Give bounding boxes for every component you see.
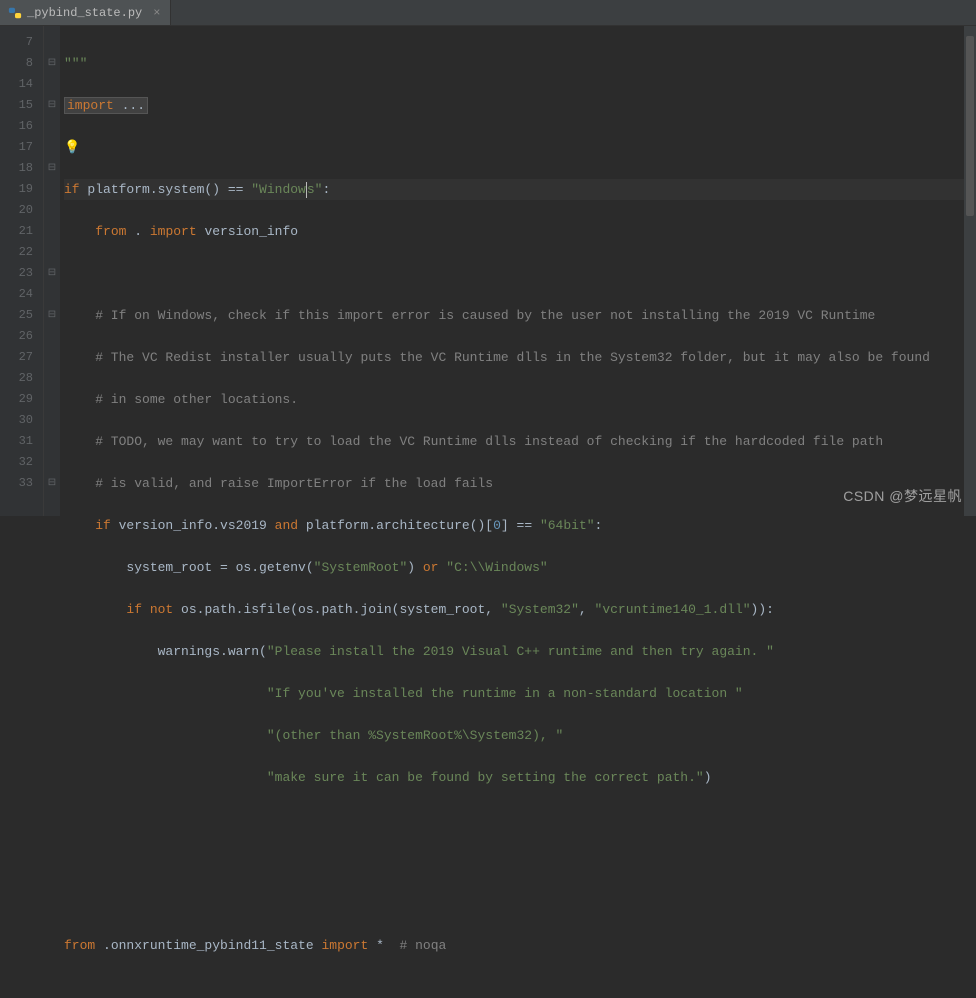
- fold-toggle: [44, 74, 60, 95]
- fold-toggle[interactable]: ⊟: [44, 53, 60, 74]
- docstring-end: """: [64, 56, 87, 71]
- scrollbar-thumb[interactable]: [966, 36, 974, 216]
- comment: # The VC Redist installer usually puts t…: [64, 350, 930, 365]
- editor: 7814151617181920212223242526272829303132…: [0, 26, 976, 516]
- fold-toggle: [44, 452, 60, 473]
- fold-toggle: [44, 389, 60, 410]
- active-line: if platform.system() == "Windows":: [64, 179, 976, 200]
- fold-toggle: [44, 179, 60, 200]
- tab-bar: _pybind_state.py ×: [0, 0, 976, 26]
- folded-imports[interactable]: ...: [114, 98, 145, 113]
- fold-toggle: [44, 410, 60, 431]
- fold-toggle[interactable]: ⊟: [44, 305, 60, 326]
- fold-toggle[interactable]: ⊟: [44, 473, 60, 494]
- fold-toggle: [44, 200, 60, 221]
- lightbulb-icon[interactable]: 💡: [64, 140, 80, 155]
- fold-toggle: [44, 326, 60, 347]
- fold-toggle[interactable]: ⊟: [44, 263, 60, 284]
- python-file-icon: [8, 6, 22, 20]
- comment: # is valid, and raise ImportError if the…: [64, 476, 493, 491]
- fold-toggle: [44, 284, 60, 305]
- fold-toggle: [44, 368, 60, 389]
- fold-toggle[interactable]: ⊟: [44, 95, 60, 116]
- comment: # TODO, we may want to try to load the V…: [64, 434, 883, 449]
- line-gutter: 7814151617181920212223242526272829303132…: [0, 26, 44, 516]
- close-icon[interactable]: ×: [153, 6, 160, 20]
- fold-toggle: [44, 347, 60, 368]
- fold-toggle: [44, 32, 60, 53]
- file-tab[interactable]: _pybind_state.py ×: [0, 0, 171, 25]
- fold-toggle: [44, 242, 60, 263]
- fold-toggle: [44, 431, 60, 452]
- comment: # in some other locations.: [64, 392, 298, 407]
- comment: # If on Windows, check if this import er…: [64, 308, 875, 323]
- import-kw: import: [67, 98, 114, 113]
- fold-toggle: [44, 221, 60, 242]
- fold-gutter: ⊟ ⊟ ⊟ ⊟ ⊟ ⊟: [44, 26, 60, 516]
- tab-filename: _pybind_state.py: [27, 6, 142, 20]
- code-area[interactable]: """ import ... 💡 if platform.system() ==…: [60, 26, 976, 516]
- fold-toggle[interactable]: ⊟: [44, 158, 60, 179]
- watermark: CSDN @梦远星帆: [843, 486, 962, 506]
- vertical-scrollbar[interactable]: [964, 26, 976, 516]
- fold-toggle: [44, 137, 60, 158]
- fold-toggle: [44, 116, 60, 137]
